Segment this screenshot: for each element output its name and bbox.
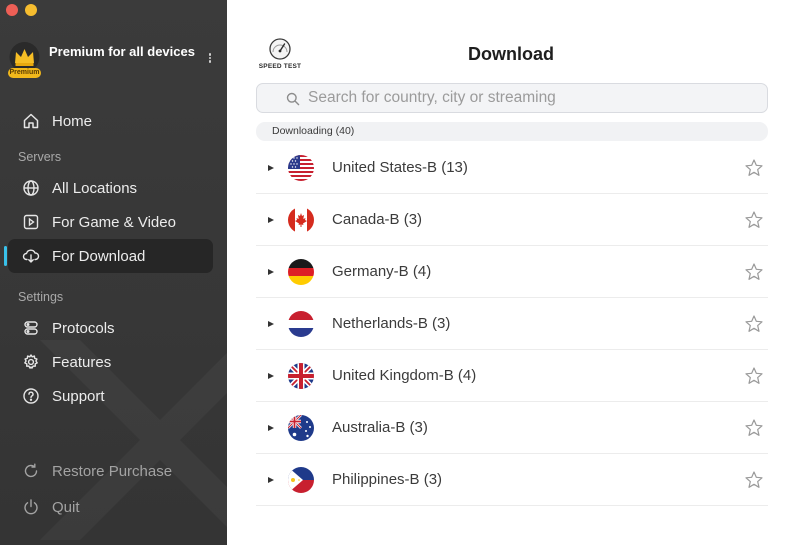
nav-support-label: Support: [52, 387, 105, 405]
country-name: United Kingdom-B (4): [332, 367, 477, 384]
active-indicator: [4, 246, 7, 266]
favorite-star-icon[interactable]: [744, 418, 764, 438]
country-row-australia[interactable]: Australia-B (3): [256, 402, 768, 454]
country-row-philippines[interactable]: Philippines-B (3): [256, 454, 768, 506]
nav-restore-purchase-label: Restore Purchase: [52, 462, 173, 480]
favorite-star-icon[interactable]: [744, 262, 764, 282]
globe-icon: [22, 179, 40, 197]
group-header[interactable]: Downloading (40): [256, 122, 768, 141]
window-minimize-button[interactable]: [25, 4, 37, 16]
country-row-netherlands[interactable]: Netherlands-B (3): [256, 298, 768, 350]
nav-game-video[interactable]: For Game & Video: [8, 205, 213, 239]
nav-support[interactable]: Support: [8, 379, 213, 413]
play-icon: [22, 213, 40, 231]
page-title: Download: [468, 44, 554, 64]
country-name: Philippines-B (3): [332, 471, 443, 488]
australia-flag-icon: [288, 414, 314, 441]
window-close-button[interactable]: [6, 4, 18, 16]
account-title: Premium for all devices: [49, 44, 195, 59]
more-options-icon[interactable]: [207, 52, 213, 68]
cloud-download-icon: [22, 247, 40, 265]
nav-restore-purchase[interactable]: Restore Purchase: [8, 454, 213, 488]
nav-all-locations-label: All Locations: [52, 179, 138, 197]
nav-quit[interactable]: Quit: [8, 490, 213, 524]
netherlands-flag-icon: [288, 310, 314, 337]
country-name: Canada-B (3): [332, 211, 423, 228]
nav-all-locations[interactable]: All Locations: [8, 171, 213, 205]
settings-section-label: Settings: [18, 290, 64, 304]
favorite-star-icon[interactable]: [744, 366, 764, 386]
us-flag-icon: [288, 154, 314, 181]
power-icon: [22, 498, 40, 516]
help-icon: [22, 387, 40, 405]
expand-caret-icon[interactable]: [268, 476, 274, 483]
protocols-icon: [22, 319, 40, 337]
favorite-star-icon[interactable]: [744, 210, 764, 230]
sidebar: Premium Premium for all devices Home Ser…: [0, 0, 227, 545]
nav-protocols-label: Protocols: [52, 319, 115, 337]
home-icon: [22, 112, 40, 130]
gear-icon: [22, 353, 40, 371]
window-controls: [6, 4, 37, 16]
nav-features-label: Features: [52, 353, 112, 371]
expand-caret-icon[interactable]: [268, 216, 274, 223]
country-row-canada[interactable]: Canada-B (3): [256, 194, 768, 246]
nav-download[interactable]: For Download: [4, 239, 213, 273]
nav-protocols[interactable]: Protocols: [8, 311, 213, 345]
search-bar[interactable]: [256, 83, 768, 113]
premium-badge: Premium: [8, 68, 41, 78]
expand-caret-icon[interactable]: [268, 320, 274, 327]
nav-download-label: For Download: [52, 247, 146, 265]
expand-caret-icon[interactable]: [268, 164, 274, 171]
nav-game-video-label: For Game & Video: [52, 213, 176, 231]
expand-caret-icon[interactable]: [268, 372, 274, 379]
search-icon: [286, 92, 300, 106]
nav-home-label: Home: [52, 112, 93, 130]
expand-caret-icon[interactable]: [268, 268, 274, 275]
uk-flag-icon: [288, 362, 314, 389]
servers-section-label: Servers: [18, 150, 62, 164]
favorite-star-icon[interactable]: [744, 158, 764, 178]
favorite-star-icon[interactable]: [744, 470, 764, 490]
philippines-flag-icon: [288, 466, 314, 493]
nav-features[interactable]: Features: [8, 345, 213, 379]
canada-flag-icon: [288, 206, 314, 233]
expand-caret-icon[interactable]: [268, 424, 274, 431]
nav-quit-label: Quit: [52, 498, 80, 516]
germany-flag-icon: [288, 258, 314, 285]
country-name: Germany-B (4): [332, 263, 432, 280]
country-name: Netherlands-B (3): [332, 315, 451, 332]
refresh-icon: [22, 462, 40, 480]
nav-home[interactable]: Home: [8, 104, 213, 138]
country-row-germany[interactable]: Germany-B (4): [256, 246, 768, 298]
country-name: Australia-B (3): [332, 419, 428, 436]
main-panel: SPEED TEST Download Downloading (40) Uni…: [227, 0, 795, 545]
country-row-united-kingdom[interactable]: United Kingdom-B (4): [256, 350, 768, 402]
search-input[interactable]: [308, 89, 767, 107]
country-row-united-states[interactable]: United States-B (13): [256, 142, 768, 194]
country-name: United States-B (13): [332, 159, 468, 176]
account-header[interactable]: Premium Premium for all devices: [8, 41, 220, 81]
favorite-star-icon[interactable]: [744, 314, 764, 334]
